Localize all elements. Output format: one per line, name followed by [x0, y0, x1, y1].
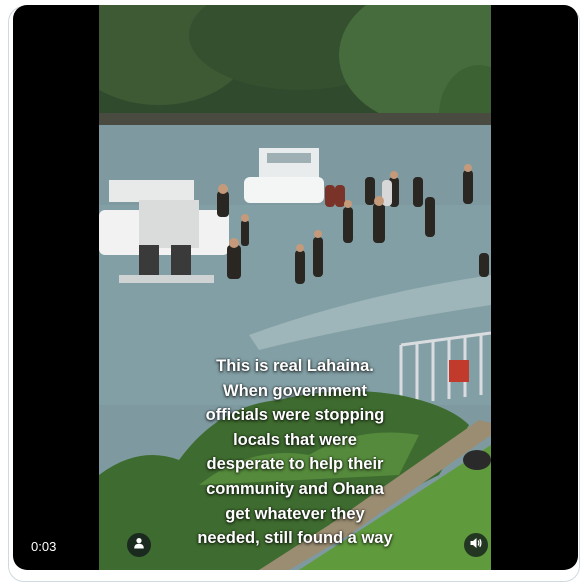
video-caption: This is real Lahaina. When government of…	[99, 354, 491, 551]
caption-line: When government	[223, 381, 367, 400]
video-player[interactable]: This is real Lahaina. When government of…	[13, 5, 578, 570]
person-icon	[133, 536, 145, 554]
caption-line: officials were stopping	[205, 406, 385, 425]
caption-line: get whatever they	[225, 504, 365, 523]
caption-line: desperate to help their	[206, 455, 384, 474]
caption-line: This is real Lahaina.	[216, 357, 374, 375]
caption-line: community and Ohana	[206, 479, 384, 498]
caption-line: needed, still found a way	[197, 529, 393, 548]
volume-button[interactable]	[464, 533, 488, 557]
video-timestamp: 0:03	[28, 537, 60, 556]
caption-line: locals that were	[233, 430, 357, 449]
video-frame[interactable]: This is real Lahaina. When government of…	[99, 5, 491, 570]
speaker-volume-icon	[469, 536, 483, 555]
user-tag-button[interactable]	[127, 533, 151, 557]
